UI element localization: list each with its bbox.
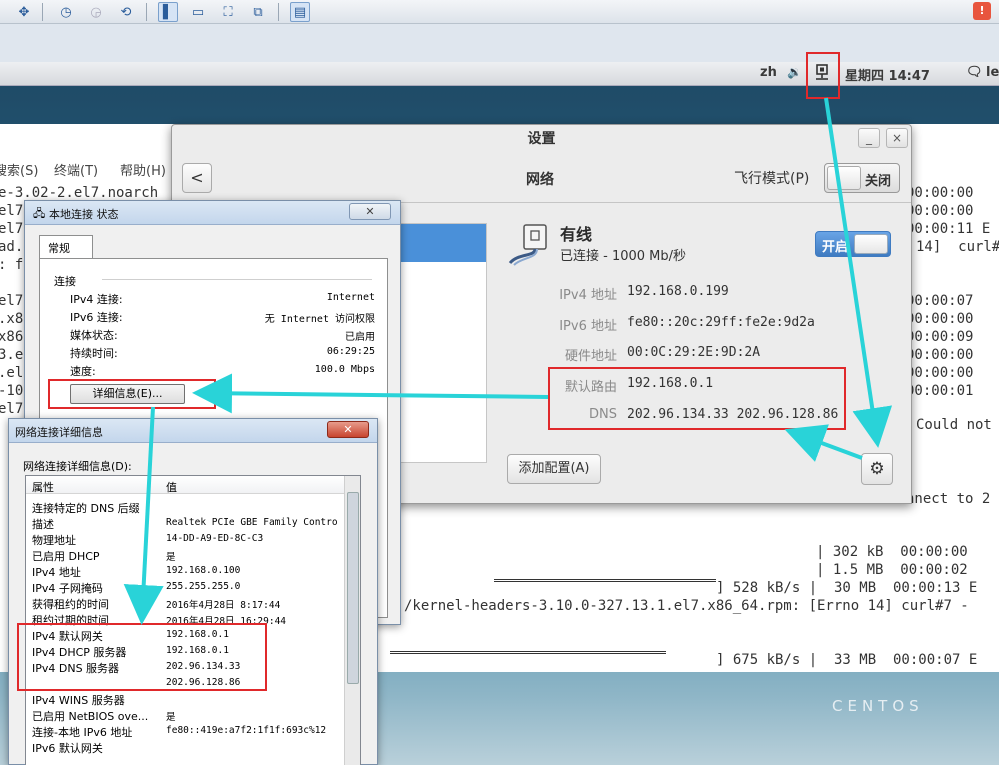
arrow-to-gear [824,97,893,448]
annotation-arrows [123,97,893,625]
arrow-to-gateway [123,406,164,625]
arrow-to-dns [784,424,863,462]
arrow-to-details-button [192,373,549,414]
